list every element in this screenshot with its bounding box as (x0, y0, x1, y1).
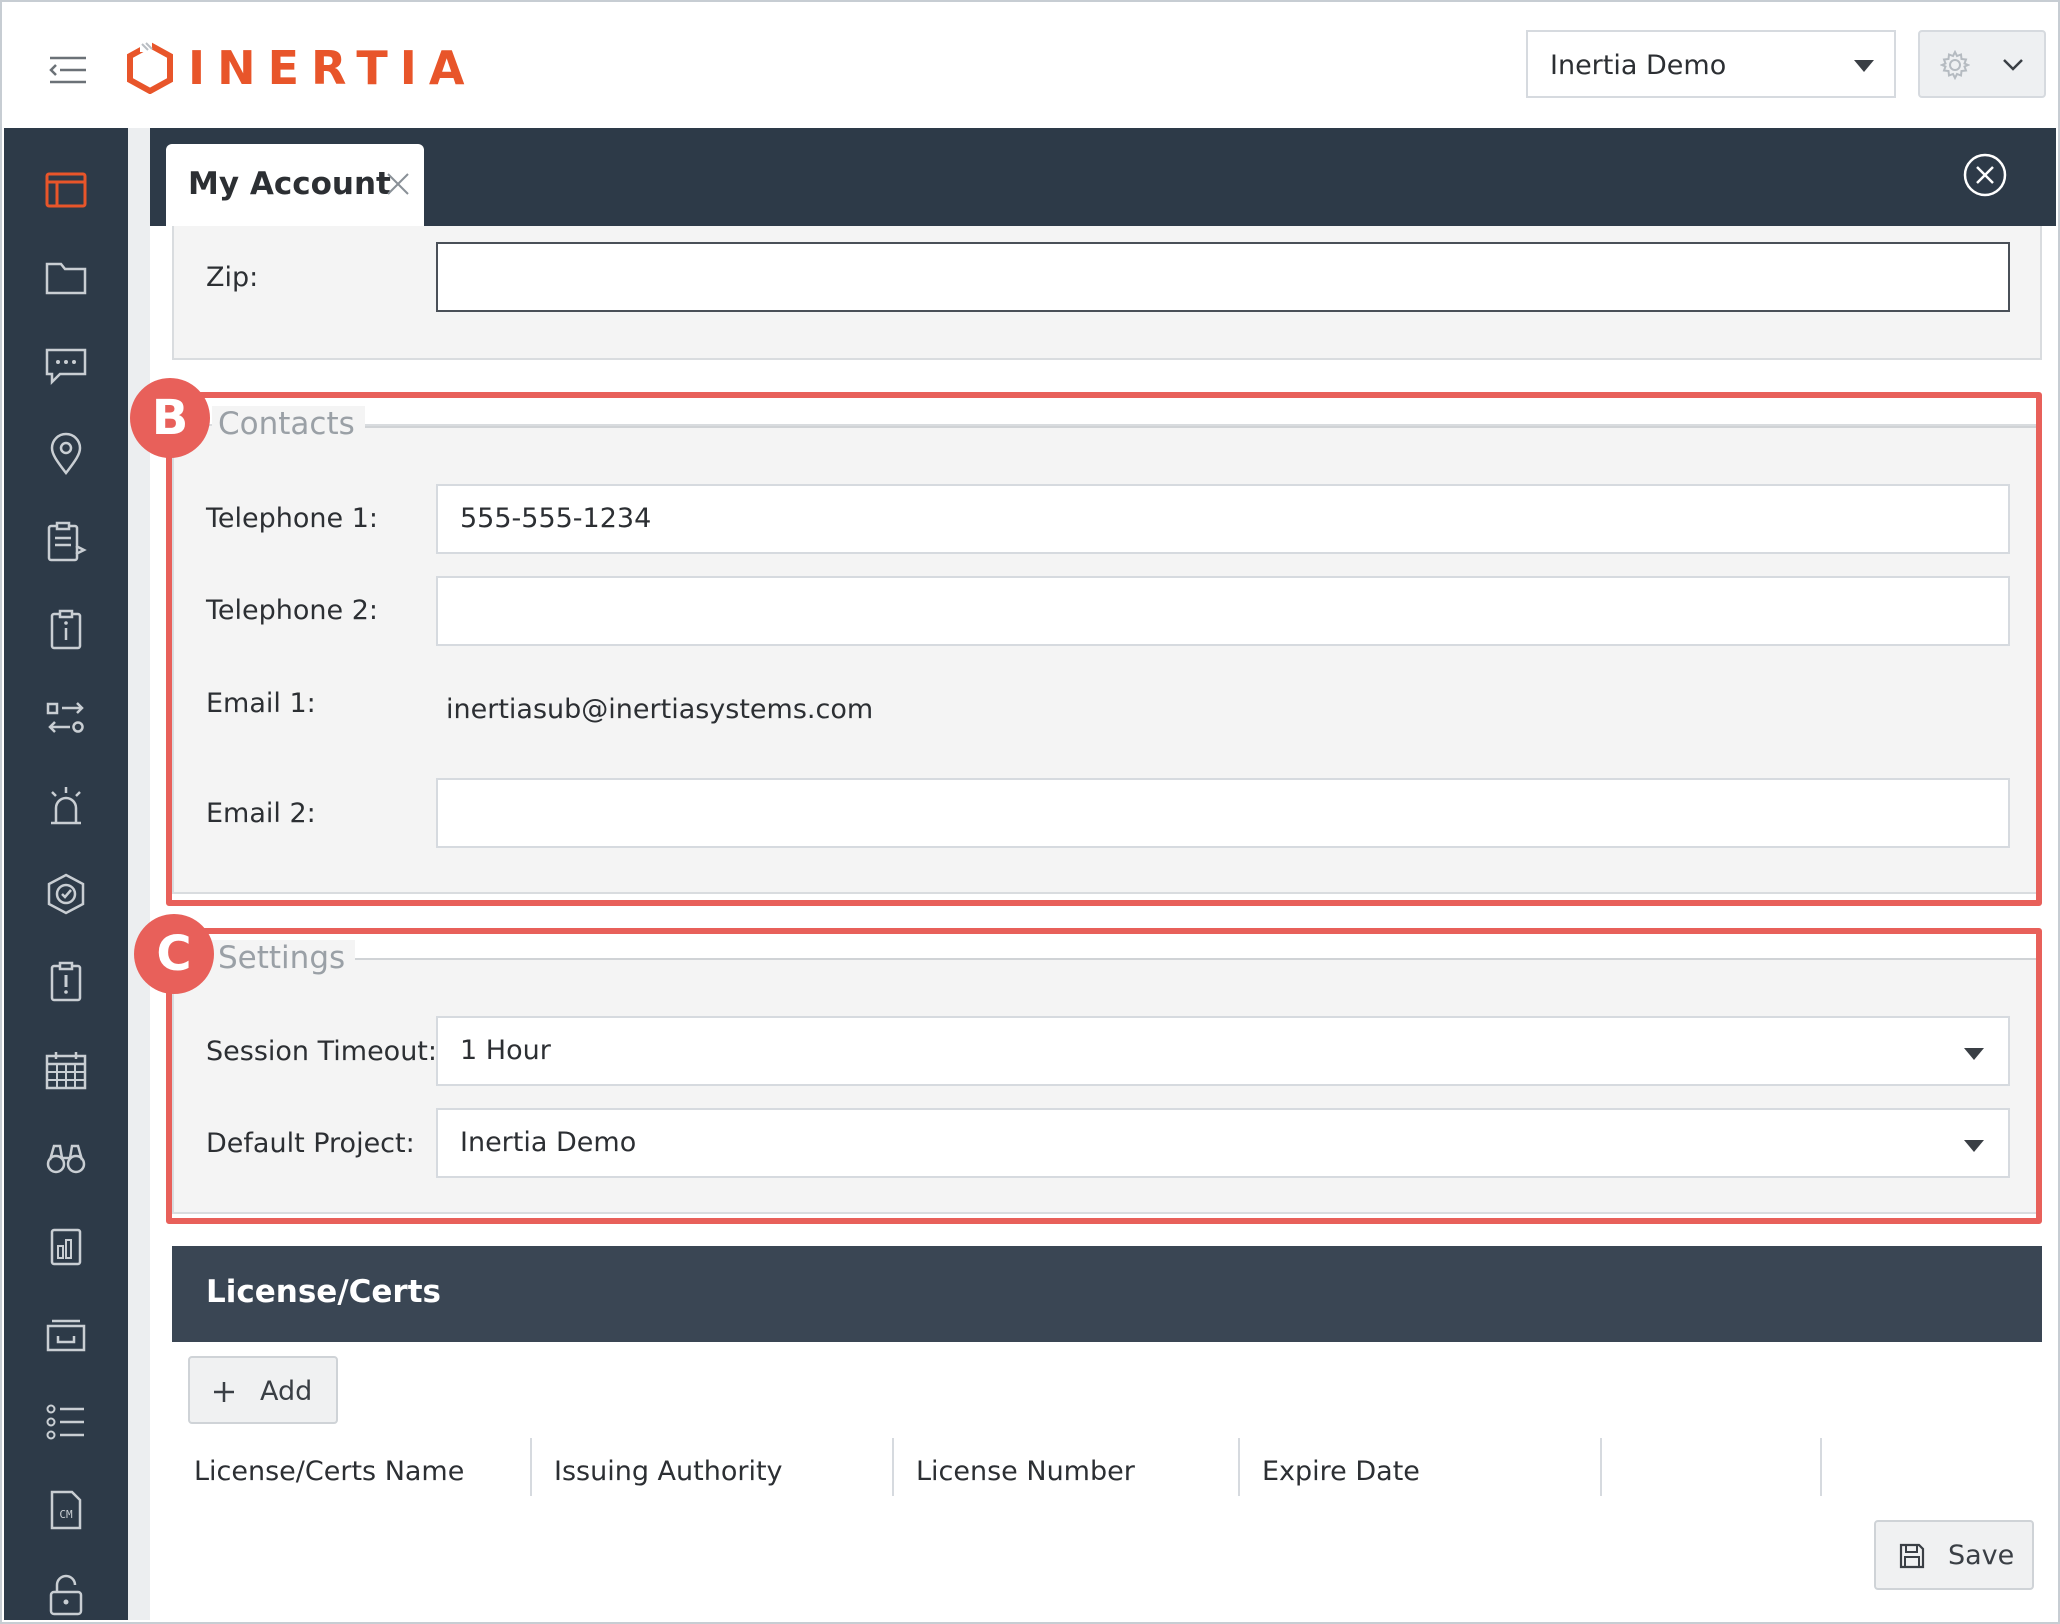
collapse-menu-icon[interactable] (48, 54, 88, 86)
column-issuing-authority[interactable]: Issuing Authority (554, 1456, 783, 1487)
dashboard-icon[interactable] (44, 168, 88, 212)
zip-label: Zip: (206, 262, 259, 293)
chat-icon[interactable] (44, 344, 88, 388)
contacts-highlight-box (166, 392, 2042, 906)
column-expire-date[interactable]: Expire Date (1262, 1456, 1420, 1487)
alert-icon[interactable] (44, 960, 88, 1004)
tab-label: My Account (188, 166, 391, 202)
close-tab-icon[interactable] (384, 170, 412, 198)
sidebar-gutter (128, 128, 150, 1620)
column-divider (1600, 1438, 1602, 1496)
svg-text:CM: CM (59, 1508, 73, 1521)
callout-badge-b: B (130, 378, 210, 458)
binoculars-icon[interactable] (44, 1136, 88, 1180)
list-icon[interactable] (44, 1400, 88, 1444)
project-selector-value: Inertia Demo (1550, 50, 1727, 81)
license-certs-header: License/Certs (172, 1246, 2042, 1342)
settings-highlight-box (166, 928, 2042, 1224)
cm-document-icon[interactable]: CM (44, 1488, 88, 1532)
content-header (150, 128, 2056, 226)
settings-menu-button[interactable] (1918, 30, 2046, 98)
column-license-number[interactable]: License Number (916, 1456, 1135, 1487)
submittal-icon[interactable] (44, 520, 88, 564)
chevron-down-icon (1854, 60, 1874, 72)
lock-icon[interactable] (44, 1572, 88, 1616)
location-icon[interactable] (44, 432, 88, 476)
tab-my-account[interactable]: My Account (166, 144, 424, 226)
column-divider (1820, 1438, 1822, 1496)
alarm-icon[interactable] (44, 784, 88, 828)
calendar-icon[interactable] (44, 1048, 88, 1092)
inbox-icon[interactable] (44, 1312, 88, 1356)
inertia-logo: INERTIA (126, 41, 477, 95)
column-divider (892, 1438, 894, 1496)
save-button-label: Save (1948, 1540, 2015, 1571)
close-circle-icon[interactable] (1962, 152, 2008, 198)
report-icon[interactable] (44, 1224, 88, 1268)
zip-input[interactable] (436, 242, 2010, 312)
top-bar: INERTIA Inertia Demo (4, 4, 2056, 128)
add-license-button[interactable]: Add (188, 1356, 338, 1424)
add-button-label: Add (260, 1376, 313, 1407)
callout-badge-c: C (134, 914, 214, 994)
logo-text: INERTIA (188, 41, 477, 95)
save-button[interactable]: Save (1874, 1520, 2034, 1590)
logo-hexagon-icon (127, 42, 173, 94)
transfer-icon[interactable] (44, 696, 88, 740)
gear-icon (1940, 50, 1970, 80)
save-icon (1899, 1543, 1925, 1569)
info-clipboard-icon[interactable] (44, 608, 88, 652)
column-license-name[interactable]: License/Certs Name (194, 1456, 464, 1487)
check-shield-icon[interactable] (44, 872, 88, 916)
plus-icon (214, 1382, 234, 1402)
column-divider (530, 1438, 532, 1496)
sidebar: CM (4, 128, 128, 1620)
chevron-down-icon (2003, 59, 2023, 71)
license-certs-title: License/Certs (206, 1274, 441, 1310)
column-divider (1238, 1438, 1240, 1496)
folder-icon[interactable] (44, 256, 88, 300)
project-selector[interactable]: Inertia Demo (1526, 30, 1896, 98)
